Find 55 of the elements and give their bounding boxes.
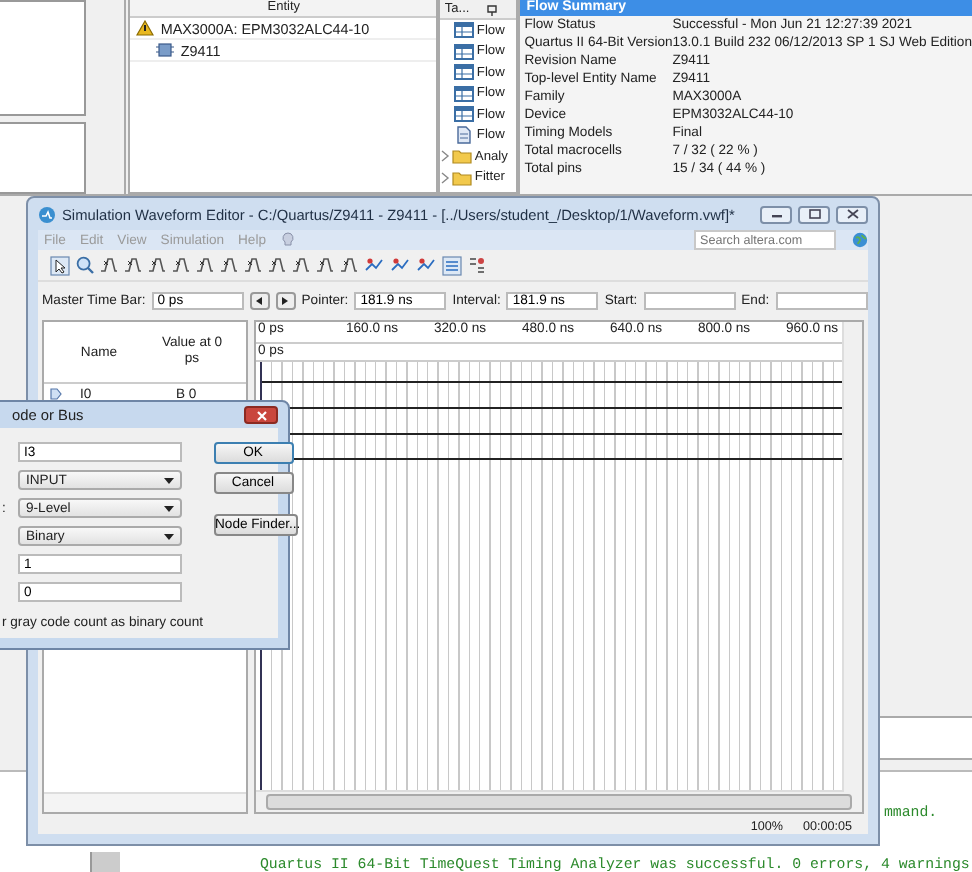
waveform-value-icon [148, 256, 166, 274]
previous-arrow-icon [254, 296, 265, 306]
panel-strip [880, 716, 972, 760]
chip-icon [156, 42, 175, 58]
horizontal-scrollbar[interactable] [256, 790, 862, 812]
next-arrow-icon [280, 296, 291, 306]
vertical-scrollbar[interactable] [842, 322, 862, 792]
waveform-value-icon [268, 256, 286, 274]
folder-icon [452, 169, 473, 186]
waveform-value-icon [340, 256, 358, 274]
table-icon [454, 85, 475, 102]
maximize-icon [805, 208, 823, 220]
side-panel [0, 122, 87, 194]
close-button[interactable] [244, 406, 278, 424]
close-icon [843, 208, 861, 220]
end-field[interactable] [775, 292, 868, 310]
dropdown-arrow-icon [164, 505, 174, 511]
waveform-value-icon [292, 256, 310, 274]
table-icon [454, 64, 475, 81]
waveform-value-icon [244, 256, 262, 274]
waveform-value-icon [100, 256, 118, 274]
waveform-value-icon [220, 256, 238, 274]
waveform-value-icon [316, 256, 334, 274]
simulation-icon [364, 256, 384, 274]
magnifier-icon [76, 256, 94, 274]
table-icon [454, 43, 475, 60]
simulation-icon [390, 256, 410, 274]
minimize-button[interactable] [760, 205, 792, 223]
pointer-tool-icon [50, 255, 70, 275]
side-panel [0, 0, 87, 116]
dropdown-arrow-icon [164, 533, 174, 539]
start-field[interactable] [643, 292, 736, 310]
pin-icon [485, 3, 498, 15]
dropdown-arrow-icon [164, 477, 174, 483]
grid-icon [442, 255, 462, 275]
waveform-value-icon [196, 256, 214, 274]
bulb-icon [280, 232, 296, 248]
close-button[interactable] [836, 205, 868, 223]
message-toolbar [90, 852, 120, 872]
waveform-value-icon [172, 256, 190, 274]
folder-icon [452, 148, 473, 165]
maximize-button[interactable] [798, 205, 830, 223]
next-button[interactable] [275, 292, 296, 310]
document-icon [454, 126, 475, 145]
app-icon [38, 205, 56, 223]
settings-icon [468, 256, 486, 274]
previous-button[interactable] [249, 292, 270, 310]
table-icon [454, 22, 475, 39]
waveform-value-icon [124, 256, 142, 274]
simulation-icon [416, 256, 436, 274]
warning-icon [136, 20, 155, 36]
globe-icon [852, 232, 868, 248]
horizontal-scrollbar[interactable] [44, 792, 246, 812]
close-icon [255, 409, 267, 421]
table-icon [454, 106, 475, 123]
